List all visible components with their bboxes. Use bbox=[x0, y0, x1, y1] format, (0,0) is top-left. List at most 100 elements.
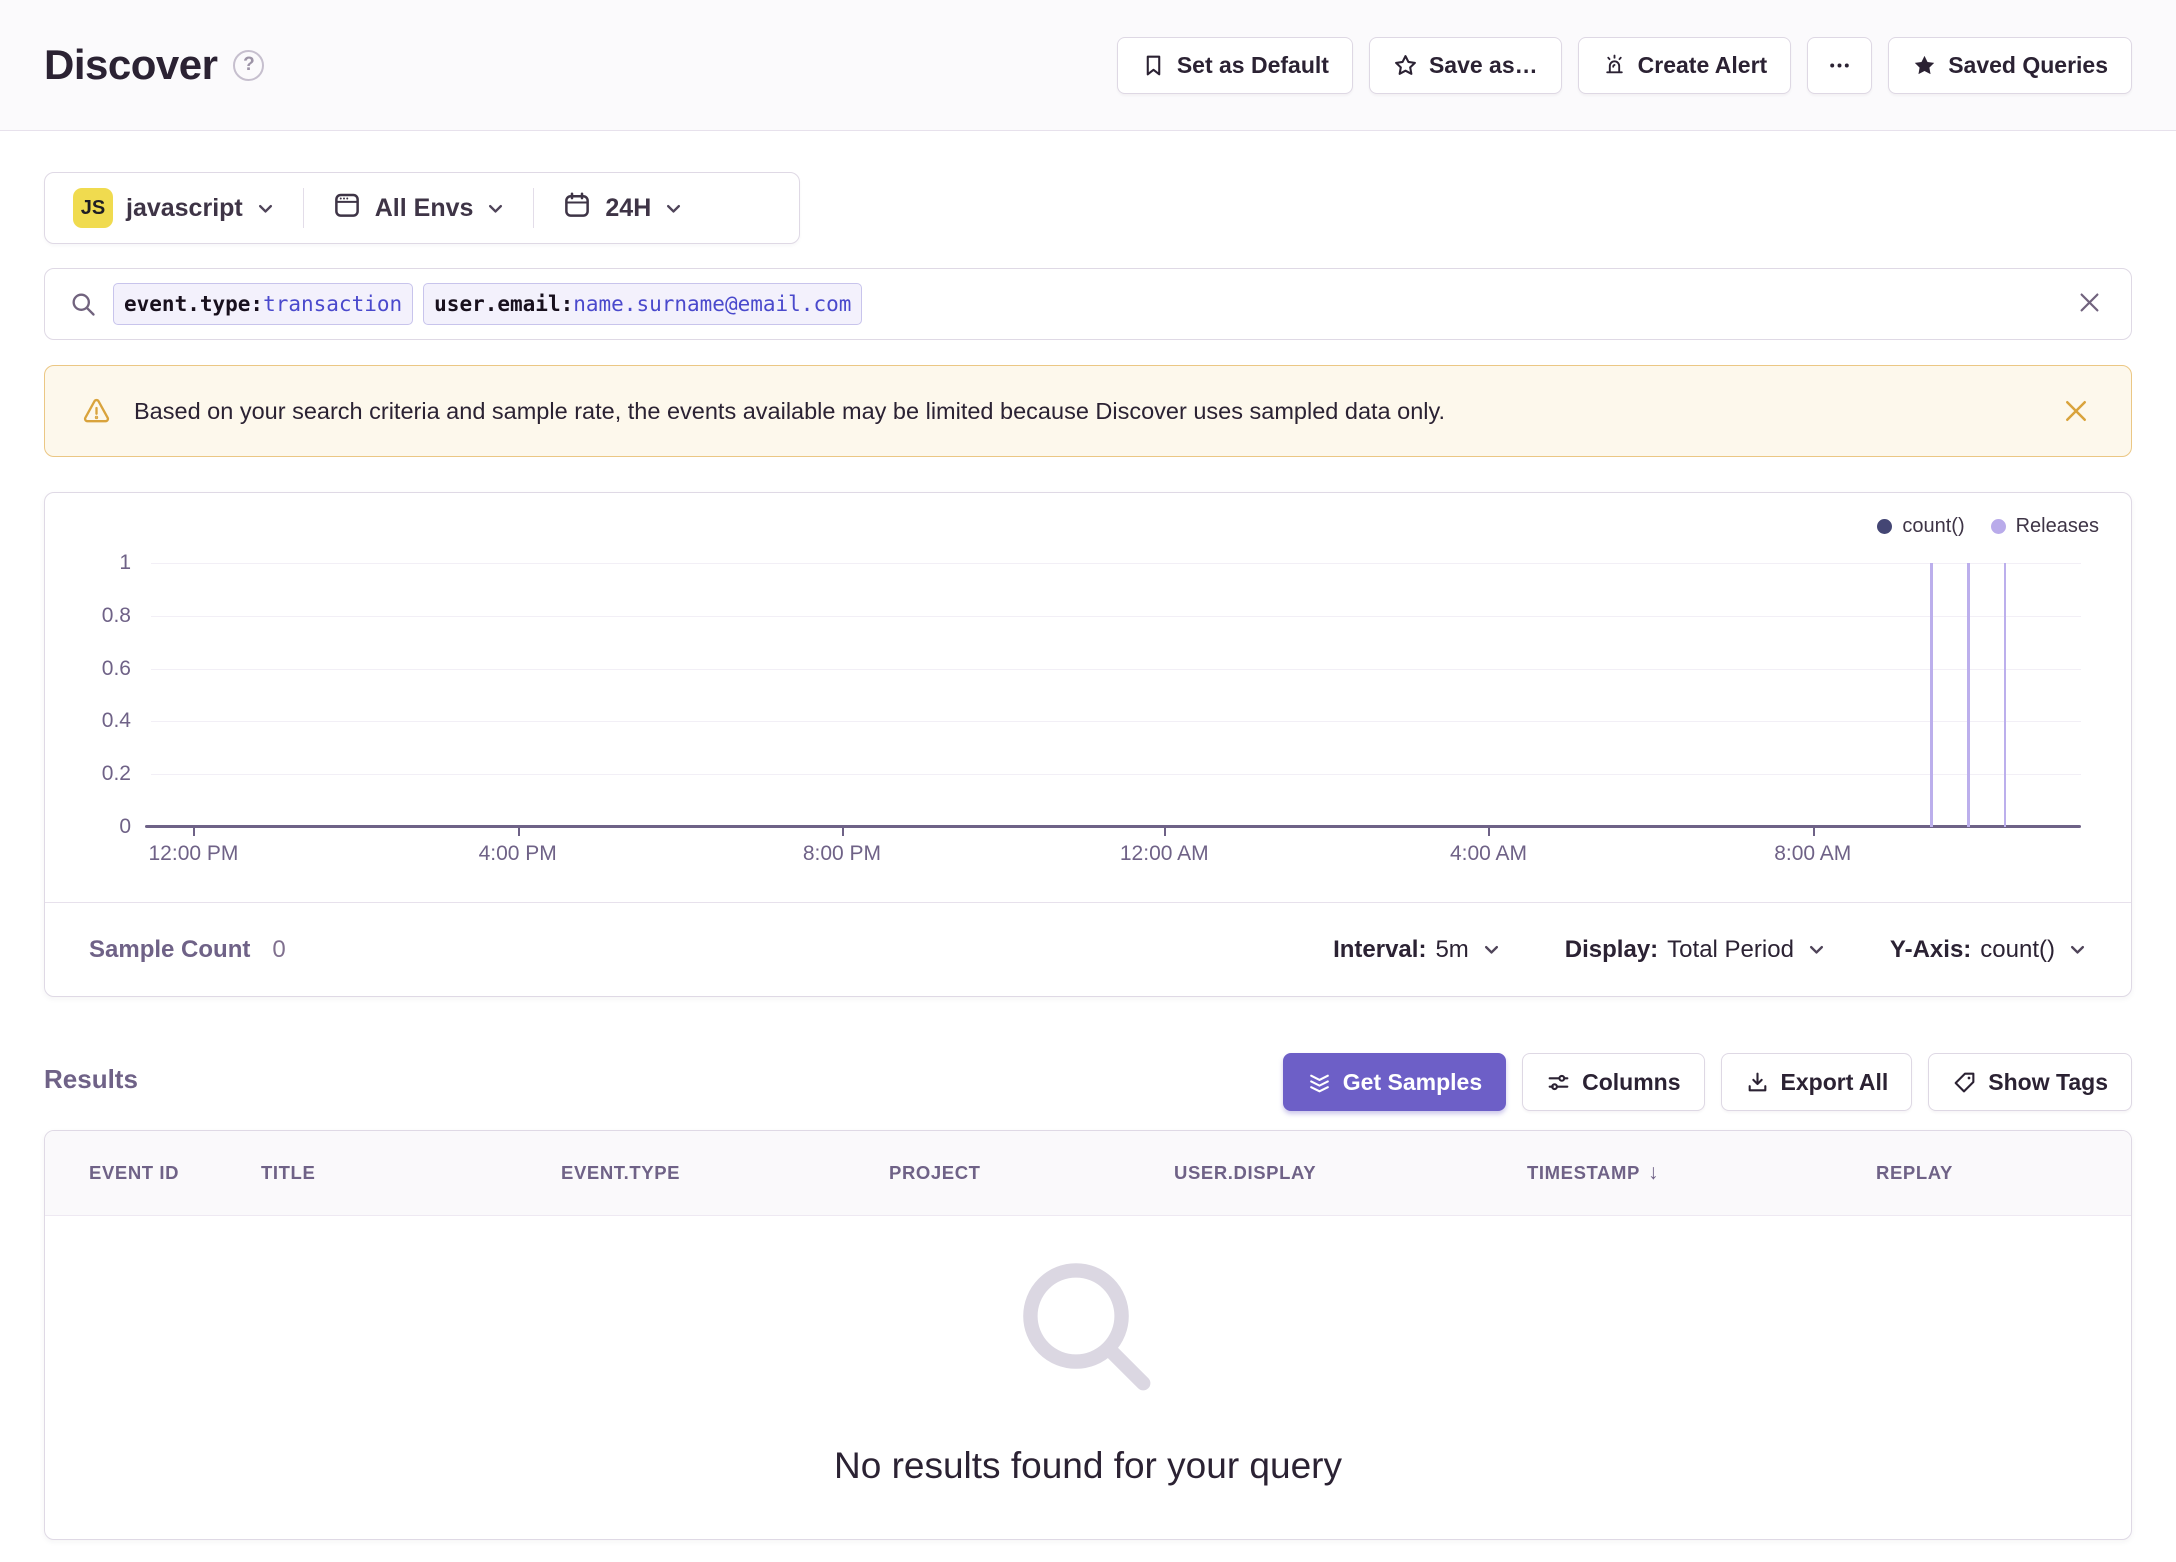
warning-icon bbox=[81, 396, 112, 427]
date-range-filter[interactable]: 24H bbox=[534, 173, 711, 243]
show-tags-button-label: Show Tags bbox=[1988, 1068, 2108, 1095]
table-header-row: EVENT ID TITLE EVENT.TYPE PROJECT USER.DISPL… bbox=[45, 1131, 2131, 1216]
legend-item[interactable]: count() bbox=[1877, 515, 1965, 538]
column-header-event-id[interactable]: EVENT ID bbox=[89, 1162, 179, 1184]
search-token[interactable]: user.email: name.surname@email.com bbox=[423, 283, 863, 325]
chart-plot-area: 0 0.2 0.4 0.6 0.8 1 12:00 PM 4:00 PM 8:00 PM 12:0… bbox=[102, 551, 2081, 865]
column-header-timestamp[interactable]: TIMESTAMP ↓ bbox=[1527, 1161, 1659, 1185]
set-as-default-button[interactable]: Set as Default bbox=[1116, 36, 1353, 94]
window-icon bbox=[332, 190, 362, 227]
export-all-button[interactable]: Export All bbox=[1720, 1053, 1913, 1111]
star-outline-icon bbox=[1393, 53, 1418, 78]
layers-icon bbox=[1307, 1070, 1332, 1095]
yaxis-select-value: count() bbox=[1980, 935, 2055, 963]
column-label: PROJECT bbox=[889, 1162, 981, 1183]
javascript-platform-icon: JS bbox=[73, 188, 113, 228]
column-label: TIMESTAMP bbox=[1527, 1162, 1640, 1183]
interval-select-value: 5m bbox=[1435, 935, 1469, 963]
token-value: transaction bbox=[263, 292, 403, 316]
date-range-filter-label: 24H bbox=[605, 193, 652, 222]
token-key: event.type: bbox=[124, 292, 264, 316]
get-samples-button-label: Get Samples bbox=[1342, 1068, 1483, 1095]
gridline bbox=[151, 721, 2081, 723]
bookmark-icon bbox=[1141, 53, 1166, 78]
banner-close-button[interactable] bbox=[2057, 392, 2095, 430]
x-axis-tick bbox=[841, 828, 844, 836]
y-axis-tick-label: 0.2 bbox=[101, 762, 131, 786]
chart-panel: count() Releases 0 0.2 0.4 0.6 0.8 1 12:00 PM 4:… bbox=[44, 492, 2132, 997]
x-axis-tick-label: 8:00 PM bbox=[802, 842, 882, 865]
search-bar[interactable]: event.type: transaction user.email: name.su… bbox=[44, 268, 2132, 340]
sample-count-value: 0 bbox=[272, 935, 286, 963]
show-tags-button[interactable]: Show Tags bbox=[1928, 1053, 2132, 1111]
column-header-event-type[interactable]: EVENT.TYPE bbox=[561, 1162, 680, 1184]
project-filter-label: javascript bbox=[126, 193, 243, 222]
project-filter[interactable]: JS javascript bbox=[45, 173, 303, 243]
empty-search-icon bbox=[1004, 1244, 1172, 1417]
tag-icon bbox=[1952, 1070, 1977, 1095]
display-select[interactable]: Display: Total Period bbox=[1565, 936, 1826, 964]
chevron-down-icon bbox=[2068, 940, 2087, 959]
calendar-icon bbox=[562, 190, 592, 227]
legend-dot bbox=[1877, 519, 1893, 534]
discover-page: Discover ? Set as Default Save as… Create … bbox=[0, 0, 2176, 1562]
column-label: REPLAY bbox=[1876, 1162, 1953, 1183]
save-as-button[interactable]: Save as… bbox=[1368, 36, 1562, 94]
results-heading: Results bbox=[44, 1064, 138, 1094]
create-alert-button[interactable]: Create Alert bbox=[1577, 36, 1792, 94]
help-icon[interactable]: ? bbox=[233, 49, 265, 81]
page-header: Discover ? Set as Default Save as… Create … bbox=[0, 0, 2176, 131]
environment-filter[interactable]: All Envs bbox=[304, 173, 534, 243]
warning-banner: Based on your search criteria and sample… bbox=[44, 365, 2132, 457]
chart-legend: count() Releases bbox=[1877, 515, 2099, 538]
x-axis-tick bbox=[517, 828, 520, 836]
y-axis-tick-label: 1 bbox=[119, 551, 131, 574]
release-line bbox=[1930, 563, 1933, 827]
sort-desc-icon: ↓ bbox=[1647, 1161, 1660, 1184]
yaxis-select[interactable]: Y-Axis: count() bbox=[1890, 936, 2087, 964]
interval-select[interactable]: Interval: 5m bbox=[1333, 936, 1501, 964]
legend-item[interactable]: Releases bbox=[1990, 515, 2099, 538]
interval-select-label: Interval: bbox=[1333, 935, 1427, 963]
x-axis-tick bbox=[193, 828, 196, 836]
x-axis-tick-label: 8:00 AM bbox=[1774, 842, 1852, 865]
y-axis-tick-label: 0 bbox=[119, 815, 131, 838]
columns-button[interactable]: Columns bbox=[1522, 1053, 1705, 1111]
more-options-button[interactable] bbox=[1807, 36, 1873, 94]
table-body: No results found for your query bbox=[45, 1216, 2131, 1539]
set-as-default-button-label: Set as Default bbox=[1176, 51, 1329, 78]
page-title: Discover bbox=[44, 41, 218, 88]
release-line bbox=[2003, 563, 2007, 827]
columns-button-label: Columns bbox=[1582, 1068, 1681, 1095]
gridline bbox=[151, 563, 2081, 564]
column-label: USER.DISPLAY bbox=[1174, 1162, 1317, 1183]
legend-label: Releases bbox=[2015, 515, 2099, 537]
star-filled-icon bbox=[1912, 53, 1937, 78]
column-header-user-display[interactable]: USER.DISPLAY bbox=[1174, 1162, 1316, 1184]
header-actions: Set as Default Save as… Create Alert Saved … bbox=[1116, 36, 2132, 94]
download-icon bbox=[1745, 1070, 1770, 1095]
column-header-title[interactable]: TITLE bbox=[261, 1162, 315, 1184]
close-icon bbox=[2061, 396, 2091, 426]
y-axis-tick-label: 0.6 bbox=[101, 656, 131, 680]
export-all-button-label: Export All bbox=[1780, 1068, 1889, 1095]
sample-count: Sample Count 0 bbox=[89, 936, 286, 964]
sample-count-label: Sample Count bbox=[89, 935, 251, 963]
y-axis-tick-label: 0.4 bbox=[101, 709, 131, 733]
x-axis-tick bbox=[1488, 828, 1491, 836]
x-axis-line bbox=[145, 825, 2081, 828]
legend-label: count() bbox=[1902, 515, 1965, 537]
y-axis-tick-label: 0.8 bbox=[101, 603, 131, 627]
column-label: TITLE bbox=[261, 1162, 316, 1183]
release-line bbox=[1967, 563, 1970, 827]
search-clear-button[interactable] bbox=[2072, 285, 2107, 323]
search-token[interactable]: event.type: transaction bbox=[113, 283, 414, 325]
saved-queries-button[interactable]: Saved Queries bbox=[1888, 36, 2132, 94]
column-header-project[interactable]: PROJECT bbox=[889, 1162, 981, 1184]
get-samples-button[interactable]: Get Samples bbox=[1282, 1053, 1507, 1111]
x-axis-tick-label: 12:00 PM bbox=[148, 842, 239, 865]
save-as-button-label: Save as… bbox=[1428, 51, 1538, 78]
x-axis-tick bbox=[1812, 828, 1815, 836]
chevron-down-icon bbox=[1482, 940, 1501, 959]
column-header-replay[interactable]: REPLAY bbox=[1876, 1162, 1953, 1184]
